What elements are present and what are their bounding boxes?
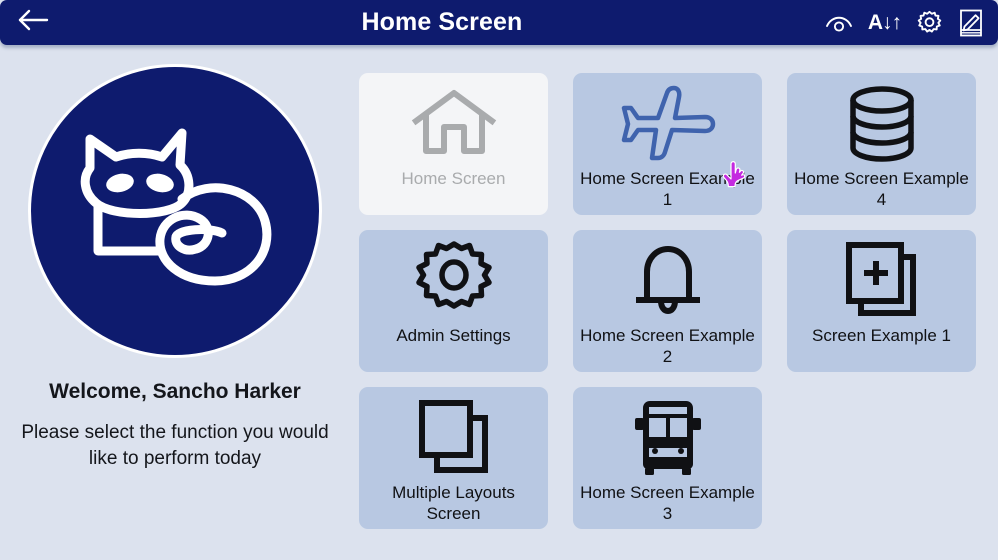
tile-home-screen: Home Screen <box>359 73 548 215</box>
house-icon <box>411 83 497 165</box>
sidebar: Welcome, Sancho Harker Please select the… <box>0 45 350 560</box>
tile-empty-slot <box>787 387 976 529</box>
welcome-message: Welcome, Sancho Harker <box>49 380 301 403</box>
gear-icon[interactable] <box>915 8 944 37</box>
tile-label: Screen Example 1 <box>812 326 951 345</box>
tile-label: Home Screen Example 2 <box>580 326 755 367</box>
back-button[interactable] <box>16 6 60 40</box>
tile-label: Home Screen Example 3 <box>580 483 755 524</box>
copy-pages-icon <box>415 397 493 479</box>
airplane-icon <box>620 83 716 165</box>
function-tile-grid: Home Screen Home Screen Example 1 Home S… <box>359 73 976 529</box>
header-actions: A ↓ ↑ <box>824 6 984 40</box>
app-header: Home Screen A ↓ ↑ <box>0 0 998 45</box>
tile-label: Home Screen <box>401 169 506 188</box>
tile-label: Home Screen Example 1 <box>580 169 755 210</box>
tile-label: Home Screen Example 4 <box>794 169 969 210</box>
gear-icon <box>412 240 496 322</box>
tile-screen-example-1[interactable]: Screen Example 1 <box>787 230 976 372</box>
tile-admin-settings[interactable]: Admin Settings <box>359 230 548 372</box>
bus-icon <box>625 397 711 479</box>
text-size-up-arrow: ↑ <box>891 11 902 34</box>
page-title: Home Screen <box>361 8 523 36</box>
tile-label: Multiple Layouts Screen <box>392 483 515 524</box>
text-size-down-arrow: ↓ <box>882 11 892 34</box>
instruction-message: Please select the function you would lik… <box>21 422 329 469</box>
tile-home-screen-example-1[interactable]: Home Screen Example 1 <box>573 73 762 215</box>
arrow-left-icon <box>16 8 54 37</box>
cat-logo-icon <box>28 64 322 358</box>
text-size-icon[interactable]: A ↓ ↑ <box>867 11 902 34</box>
tile-home-screen-example-3[interactable]: Home Screen Example 3 <box>573 387 762 529</box>
bell-icon <box>628 240 708 322</box>
tile-multiple-layouts-screen[interactable]: Multiple Layouts Screen <box>359 387 548 529</box>
tile-label: Admin Settings <box>396 326 511 345</box>
tile-home-screen-example-4[interactable]: Home Screen Example 4 <box>787 73 976 215</box>
new-page-plus-icon <box>843 240 921 322</box>
database-icon <box>845 83 919 165</box>
tile-home-screen-example-2[interactable]: Home Screen Example 2 <box>573 230 762 372</box>
accessibility-eye-icon[interactable] <box>824 11 854 35</box>
edit-pen-icon[interactable] <box>958 8 984 38</box>
text-size-letter: A <box>867 11 883 34</box>
